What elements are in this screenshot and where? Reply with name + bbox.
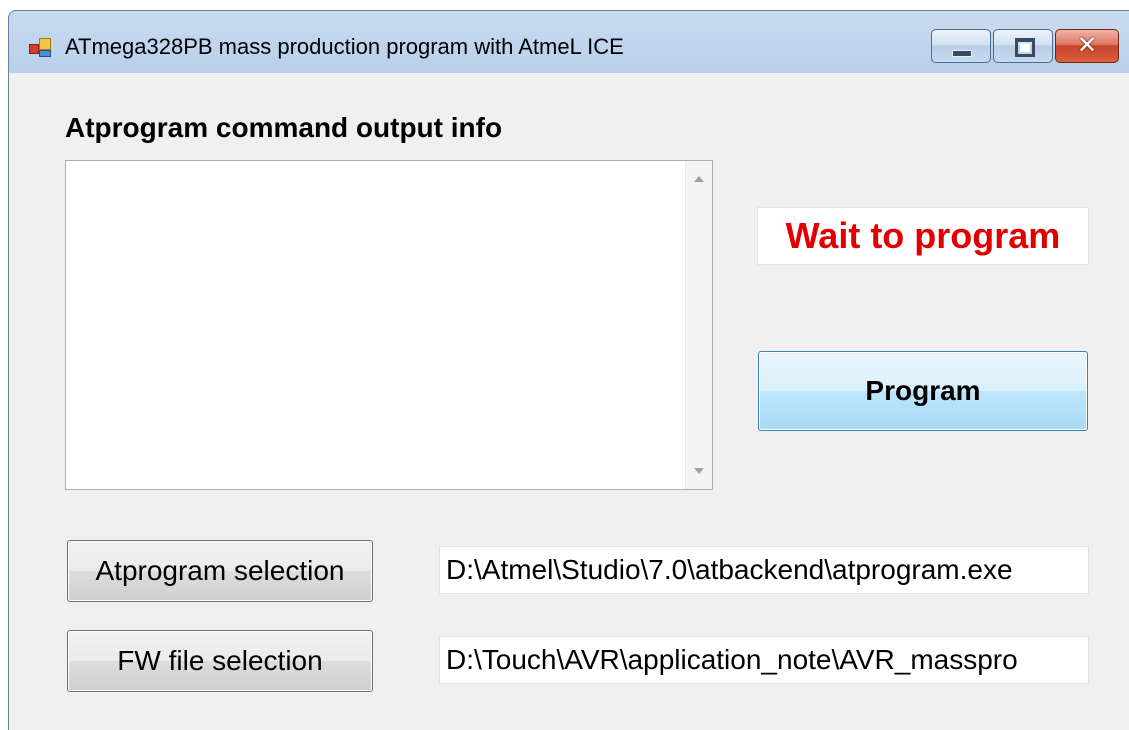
output-vertical-scrollbar[interactable] <box>685 161 712 489</box>
atprogram-path-field[interactable]: D:\Atmel\Studio\7.0\atbackend\atprogram.… <box>439 546 1089 594</box>
close-button[interactable]: ✕ <box>1055 29 1119 63</box>
scroll-up-icon[interactable] <box>694 176 704 182</box>
minimize-icon <box>952 50 972 57</box>
title-bar[interactable]: ATmega328PB mass production program with… <box>9 11 1129 73</box>
close-icon: ✕ <box>1076 32 1098 59</box>
caption-buttons: ✕ <box>929 29 1119 65</box>
command-output-textbox[interactable] <box>65 160 713 490</box>
window-title: ATmega328PB mass production program with… <box>65 34 624 59</box>
client-area: Atprogram command output info Wait to pr… <box>9 73 1129 730</box>
program-status-label: Wait to program <box>757 207 1089 265</box>
minimize-button[interactable] <box>931 29 991 63</box>
fw-file-path-field[interactable]: D:\Touch\AVR\application_note\AVR_masspr… <box>439 636 1089 684</box>
scroll-down-icon[interactable] <box>694 468 704 474</box>
atprogram-selection-button[interactable]: Atprogram selection <box>67 540 373 602</box>
app-window: ATmega328PB mass production program with… <box>8 10 1129 730</box>
program-button[interactable]: Program <box>758 351 1088 431</box>
maximize-icon <box>1015 38 1035 57</box>
maximize-button[interactable] <box>993 29 1053 63</box>
app-form-icon[interactable] <box>29 38 51 57</box>
output-heading: Atprogram command output info <box>65 112 503 143</box>
fw-file-selection-button[interactable]: FW file selection <box>67 630 373 692</box>
